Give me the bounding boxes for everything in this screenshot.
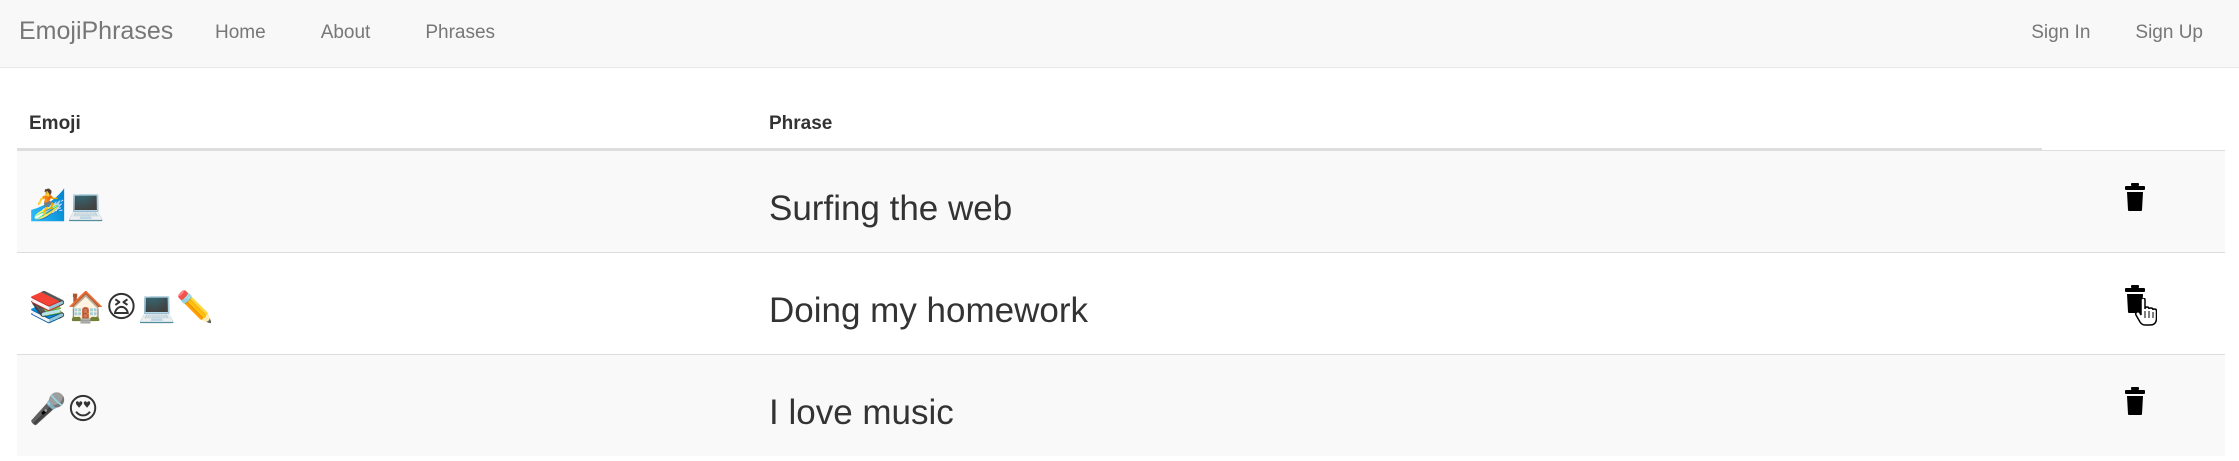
nav-link-sign-up[interactable]: Sign Up xyxy=(2135,22,2203,44)
emoji-cell: 🏄💻 xyxy=(29,188,106,223)
trash-icon[interactable] xyxy=(2125,387,2145,415)
trash-icon[interactable] xyxy=(2125,285,2145,313)
navbar: EmojiPhrases Home About Phrases Sign In … xyxy=(0,0,2239,68)
nav-link-sign-in[interactable]: Sign In xyxy=(2031,22,2090,44)
nav-link-about[interactable]: About xyxy=(321,22,371,44)
phrases-table: Emoji Phrase 🏄💻 Surfing the web 📚🏠😫💻✏️ D… xyxy=(17,69,2225,456)
nav-right: Sign In Sign Up xyxy=(1986,22,2203,44)
nav-link-home[interactable]: Home xyxy=(215,22,266,44)
table-header: Emoji Phrase xyxy=(17,69,2225,150)
emoji-cell: 🎤😍 xyxy=(29,392,100,427)
nav-link-phrases[interactable]: Phrases xyxy=(425,22,495,44)
phrase-cell: I love music xyxy=(769,393,954,432)
column-header-phrase: Phrase xyxy=(769,113,833,134)
table-row: 🏄💻 Surfing the web xyxy=(17,150,2225,252)
table-row: 🎤😍 I love music xyxy=(17,354,2225,456)
brand-link[interactable]: EmojiPhrases xyxy=(19,17,173,46)
phrase-cell: Surfing the web xyxy=(769,189,1013,228)
column-header-emoji: Emoji xyxy=(29,113,81,134)
trash-icon[interactable] xyxy=(2125,183,2145,211)
emoji-cell: 📚🏠😫💻✏️ xyxy=(29,290,215,325)
nav-left: Home About Phrases xyxy=(215,22,550,44)
phrase-cell: Doing my homework xyxy=(769,291,1088,330)
table-row: 📚🏠😫💻✏️ Doing my homework xyxy=(17,252,2225,354)
